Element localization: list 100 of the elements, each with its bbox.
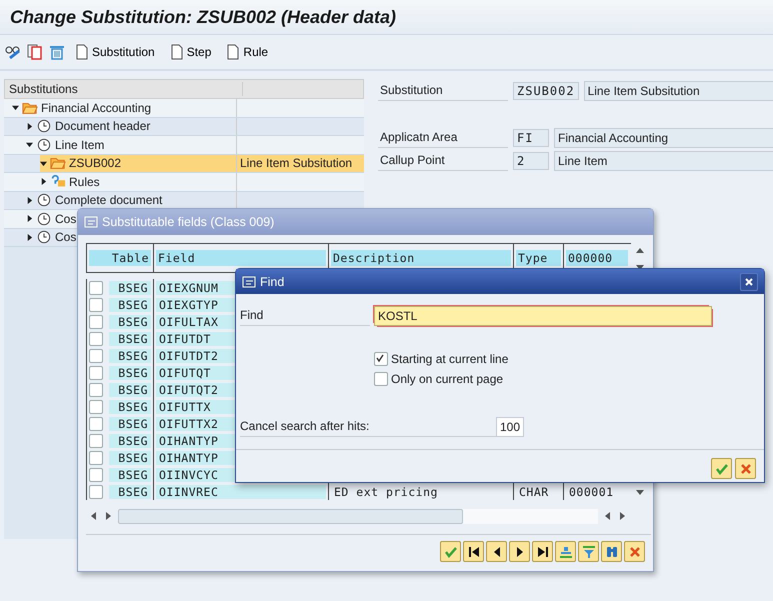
checkbox[interactable] — [89, 400, 103, 414]
binoculars-icon — [604, 544, 618, 558]
scroll-left-icon[interactable] — [90, 511, 98, 521]
trash-icon[interactable] — [48, 43, 66, 61]
copy-icon[interactable] — [26, 43, 44, 61]
table-cell: BSEG — [109, 348, 151, 362]
column-header: 000000 — [566, 250, 628, 266]
close-button[interactable] — [740, 272, 758, 290]
key-field[interactable]: 2 — [513, 152, 549, 170]
cancel-button[interactable] — [624, 541, 645, 562]
column-header: Description — [331, 250, 511, 266]
sort-icon — [558, 544, 572, 558]
tree-item[interactable]: Complete document — [26, 192, 166, 209]
dialog-title: Substitutable fields (Class 009) — [102, 215, 274, 229]
tree-item[interactable]: Rules — [40, 173, 104, 190]
checkbox[interactable]: Starting at current line — [374, 352, 508, 366]
tree-item-description: Line Item Subsitution — [240, 156, 352, 170]
folder-icon — [50, 156, 66, 170]
caret-right-icon[interactable] — [26, 234, 33, 241]
table-cell-text: ED ext pricing — [333, 484, 439, 498]
tree-item[interactable]: Cos — [26, 228, 80, 246]
caret-down-icon[interactable] — [26, 141, 33, 148]
table-cell: BSEG — [109, 416, 151, 430]
key-field[interactable]: FI — [513, 128, 549, 146]
clock-icon — [36, 119, 52, 134]
table-cell: BSEG — [109, 400, 151, 414]
input-field[interactable]: 100 — [496, 416, 524, 436]
column-header: Type — [516, 250, 561, 266]
table-cell: BSEG — [109, 280, 151, 294]
caret-down-icon[interactable] — [40, 160, 47, 167]
table-cell: OIINVREC — [156, 484, 326, 498]
filter-button[interactable] — [578, 541, 599, 562]
first-page-button[interactable] — [463, 541, 484, 562]
clock-icon — [36, 212, 52, 226]
caret-right-icon[interactable] — [26, 215, 33, 222]
tree-item[interactable]: Document header — [26, 118, 154, 135]
cancel-button[interactable] — [735, 458, 756, 479]
table-cell: BSEG — [109, 434, 151, 448]
tree-item[interactable]: Cos — [26, 210, 80, 228]
search-button[interactable] — [601, 541, 622, 562]
checkbox[interactable] — [89, 315, 103, 329]
clock-icon — [36, 138, 52, 152]
caret-right-icon[interactable] — [26, 196, 33, 204]
checkbox[interactable] — [89, 332, 103, 346]
column-header: Table — [89, 250, 151, 266]
next-page-button[interactable] — [509, 541, 530, 562]
checkbox[interactable]: Only on current page — [374, 372, 504, 386]
checkbox[interactable] — [89, 366, 103, 380]
field-label: Applicatn Area — [378, 127, 508, 148]
document-icon — [76, 44, 88, 60]
table-cell: BSEG — [109, 332, 151, 346]
window-icon — [242, 276, 256, 288]
last-page-icon — [536, 544, 550, 558]
scrollbar-thumb[interactable] — [118, 508, 463, 524]
input-field[interactable]: KOSTL — [374, 306, 712, 326]
cross-icon — [738, 462, 752, 476]
checkbox[interactable] — [89, 451, 103, 465]
key-field[interactable]: ZSUB002 — [513, 82, 579, 100]
cross-icon — [628, 544, 642, 558]
document-icon — [170, 44, 183, 60]
toolbar-button[interactable]: Step — [164, 42, 218, 62]
prev-page-button[interactable] — [486, 541, 507, 562]
close-icon — [744, 276, 754, 286]
checkbox[interactable] — [89, 485, 103, 499]
last-page-button[interactable] — [532, 541, 553, 562]
caret-right-icon[interactable] — [40, 178, 47, 186]
table-cell: BSEG — [109, 382, 151, 396]
caret-right-icon[interactable] — [26, 122, 33, 130]
table-cell-text: 000001 — [568, 484, 615, 498]
tree-item[interactable]: ZSUB002 — [40, 154, 236, 172]
scroll-right-icon[interactable] — [618, 511, 626, 521]
checkmark-icon — [714, 462, 728, 476]
checkbox[interactable] — [89, 298, 103, 312]
filter-icon — [582, 544, 596, 558]
checkmark-icon — [444, 544, 458, 558]
confirm-button[interactable] — [711, 458, 732, 479]
table-cell: BSEG — [109, 314, 151, 328]
scroll-right-icon[interactable] — [104, 511, 112, 521]
field-label: Cancel search after hits: — [240, 416, 496, 437]
checkbox[interactable] — [89, 383, 103, 397]
toolbar-button[interactable]: Rule — [221, 42, 274, 62]
description-field: Line Item Subsitution — [584, 80, 773, 100]
scroll-up-icon[interactable] — [635, 247, 645, 255]
folder-icon — [22, 100, 38, 115]
window-icon — [84, 216, 98, 228]
description-field: Financial Accounting — [554, 128, 773, 148]
checkbox[interactable] — [89, 349, 103, 363]
toolbar-button[interactable]: Substitution — [70, 42, 161, 62]
table-cell-text: CHAR — [518, 484, 550, 498]
caret-down-icon[interactable] — [12, 104, 19, 112]
scroll-down-icon[interactable] — [635, 488, 645, 496]
clock-icon — [36, 230, 52, 244]
scroll-left-icon[interactable] — [604, 511, 612, 521]
checkbox[interactable] — [89, 434, 103, 448]
checkbox[interactable] — [89, 417, 103, 431]
checkbox[interactable] — [89, 281, 103, 295]
clock-icon — [36, 193, 52, 208]
window-title: Change Substitution: ZSUB002 (Header data) — [10, 6, 396, 28]
table-cell: BSEG — [109, 298, 151, 312]
checkbox[interactable] — [89, 468, 103, 482]
